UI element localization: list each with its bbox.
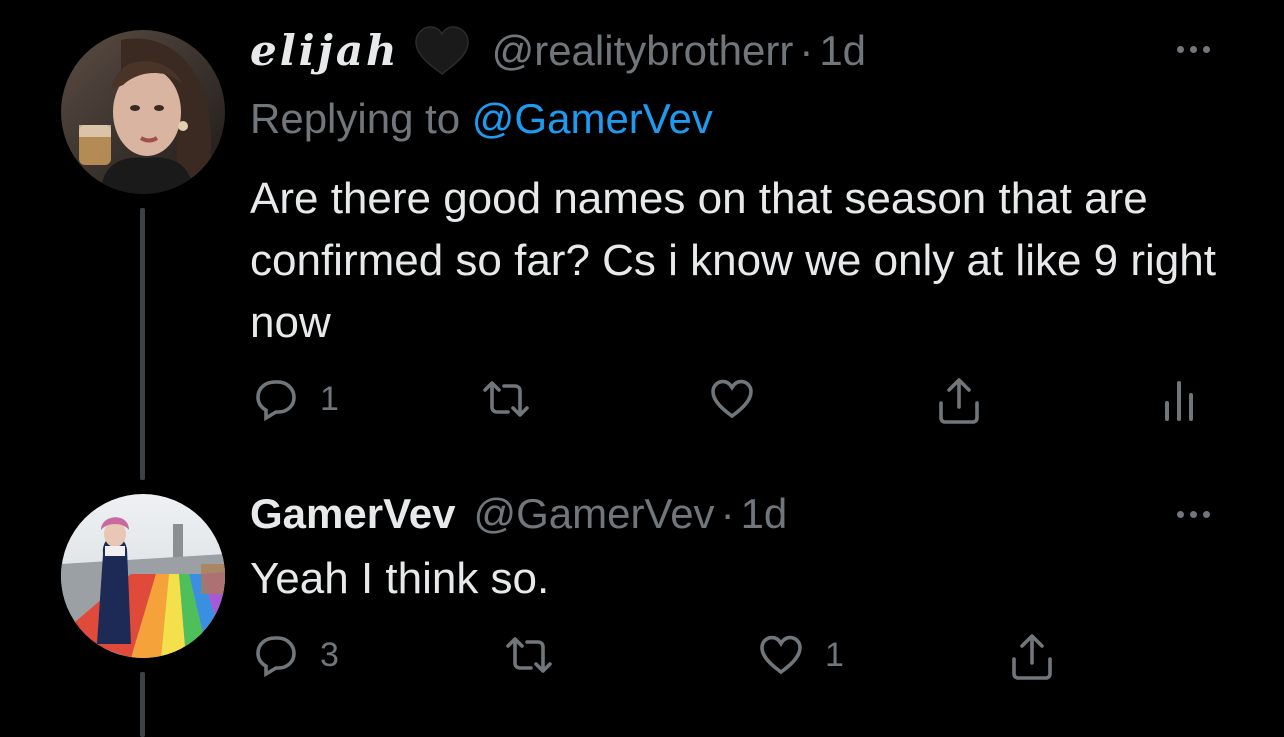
like-icon — [757, 631, 805, 679]
user-handle[interactable]: @realitybrotherr — [492, 27, 794, 75]
separator: · — [720, 490, 735, 537]
tweet-header: elijah @realitybrotherr · 1d — [250, 26, 866, 76]
share-icon — [1008, 631, 1056, 683]
tweet[interactable]: elijah @realitybrotherr · 1d Replying to… — [0, 0, 1284, 480]
action-bar: 1 — [0, 375, 1284, 435]
action-bar: 3 1 — [0, 631, 1284, 691]
timestamp[interactable]: 1d — [741, 490, 788, 538]
analytics-icon — [1163, 375, 1195, 423]
like-icon — [708, 375, 756, 423]
share-button[interactable] — [935, 375, 983, 427]
avatar[interactable] — [61, 30, 225, 194]
tweet-header: GamerVev @GamerVev · 1d — [250, 490, 787, 538]
retweet-button[interactable] — [503, 631, 575, 679]
display-name[interactable]: GamerVev — [250, 490, 456, 538]
thread-line — [140, 208, 145, 480]
separator: · — [799, 27, 814, 74]
timestamp[interactable]: 1d — [819, 27, 866, 75]
retweet-icon — [480, 375, 532, 423]
retweet-icon — [503, 631, 555, 679]
reply-icon — [252, 375, 300, 423]
display-name[interactable]: elijah — [250, 27, 400, 75]
share-button[interactable] — [1008, 631, 1056, 683]
reply-count: 3 — [320, 635, 339, 674]
replying-to: Replying to @GamerVev — [250, 95, 713, 143]
user-handle[interactable]: @GamerVev — [474, 490, 715, 538]
reply-button[interactable]: 3 — [252, 631, 339, 679]
more-icon[interactable] — [1177, 511, 1210, 518]
like-count: 1 — [825, 635, 844, 674]
mention-link[interactable]: @GamerVev — [472, 95, 713, 142]
share-icon — [935, 375, 983, 427]
tweet-text: Are there good names on that season that… — [250, 174, 1216, 347]
tweet-text: Yeah I think so. — [250, 554, 550, 603]
black-heart-icon — [414, 26, 470, 76]
reply-icon — [252, 631, 300, 679]
reply-count: 1 — [320, 379, 339, 418]
reply-button[interactable]: 1 — [252, 375, 339, 423]
retweet-button[interactable] — [480, 375, 552, 423]
like-button[interactable]: 1 — [757, 631, 844, 679]
more-icon[interactable] — [1177, 46, 1210, 53]
replying-label: Replying to — [250, 95, 461, 142]
analytics-button[interactable] — [1163, 375, 1195, 423]
like-button[interactable] — [708, 375, 776, 423]
